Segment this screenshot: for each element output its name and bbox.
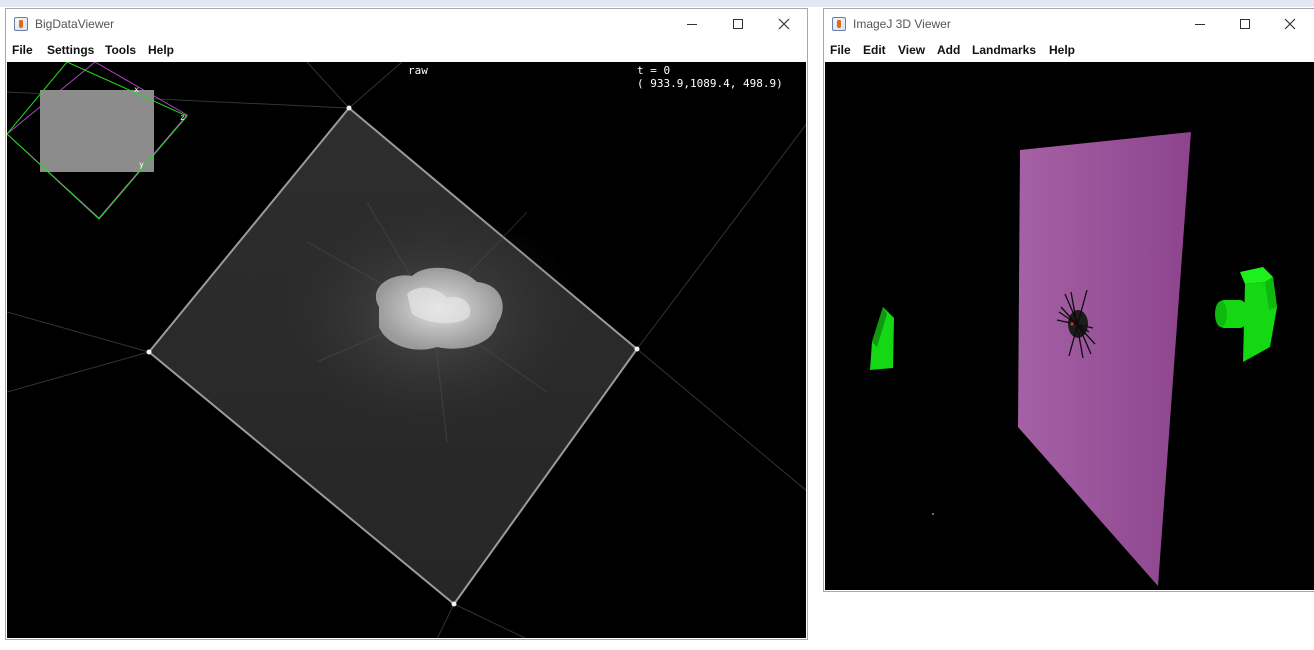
source-name-label: raw xyxy=(408,64,428,77)
java-app-icon xyxy=(14,17,28,31)
close-icon xyxy=(1284,18,1296,30)
minimize-button[interactable] xyxy=(670,9,714,39)
minimize-icon xyxy=(1195,24,1205,25)
desktop-strip xyxy=(0,0,1314,7)
menu-help[interactable]: Help xyxy=(148,43,174,57)
menu-settings[interactable]: Settings xyxy=(47,43,94,57)
close-button[interactable] xyxy=(1268,9,1312,39)
bdv-titlebar[interactable]: BigDataViewer xyxy=(6,9,807,39)
menu-edit[interactable]: Edit xyxy=(863,43,886,57)
nav-axis-x: x xyxy=(134,85,139,94)
navigation-overview xyxy=(7,62,188,220)
bdv-viewer-canvas[interactable]: x z y raw t = 0 ( 933.9,1089.4, 498.9) xyxy=(7,62,806,638)
bdv-menubar: File Settings Tools Help xyxy=(6,39,807,62)
close-button[interactable] xyxy=(762,9,806,39)
menu-file[interactable]: File xyxy=(830,43,851,57)
bdv-window-title: BigDataViewer xyxy=(35,17,115,31)
maximize-button[interactable] xyxy=(716,9,760,39)
timepoint-label: t = 0 xyxy=(637,64,671,77)
menu-add[interactable]: Add xyxy=(937,43,960,57)
ij3d-titlebar[interactable]: ImageJ 3D Viewer xyxy=(824,9,1314,39)
minimize-icon xyxy=(687,24,697,25)
menu-tools[interactable]: Tools xyxy=(105,43,136,57)
imagej-3d-viewer-window[interactable]: ImageJ 3D Viewer File Edit View Add Land… xyxy=(823,8,1314,592)
nav-axis-z: z xyxy=(180,113,185,122)
close-icon xyxy=(778,18,790,30)
maximize-icon xyxy=(733,19,743,29)
bdv-rendered-slice xyxy=(7,62,806,638)
maximize-icon xyxy=(1240,19,1250,29)
bigdataviewer-window[interactable]: BigDataViewer File Settings Tools Help x… xyxy=(5,8,808,640)
menu-view[interactable]: View xyxy=(898,43,925,57)
slice-plane xyxy=(1018,132,1191,586)
ij3d-window-title: ImageJ 3D Viewer xyxy=(853,17,951,31)
menu-help[interactable]: Help xyxy=(1049,43,1075,57)
ij3d-rendered-scene xyxy=(870,132,1277,586)
minimize-button[interactable] xyxy=(1178,9,1222,39)
menu-landmarks[interactable]: Landmarks xyxy=(972,43,1036,57)
nav-axis-y: y xyxy=(139,160,144,169)
menu-file[interactable]: File xyxy=(12,43,33,57)
landmark-right xyxy=(1215,267,1277,362)
maximize-button[interactable] xyxy=(1223,9,1267,39)
ij3d-menubar: File Edit View Add Landmarks Help xyxy=(824,39,1314,62)
mouse-coordinates-label: ( 933.9,1089.4, 498.9) xyxy=(637,77,783,90)
java-app-icon xyxy=(832,17,846,31)
landmark-left xyxy=(870,307,894,370)
ij3d-3d-canvas[interactable] xyxy=(825,62,1314,590)
